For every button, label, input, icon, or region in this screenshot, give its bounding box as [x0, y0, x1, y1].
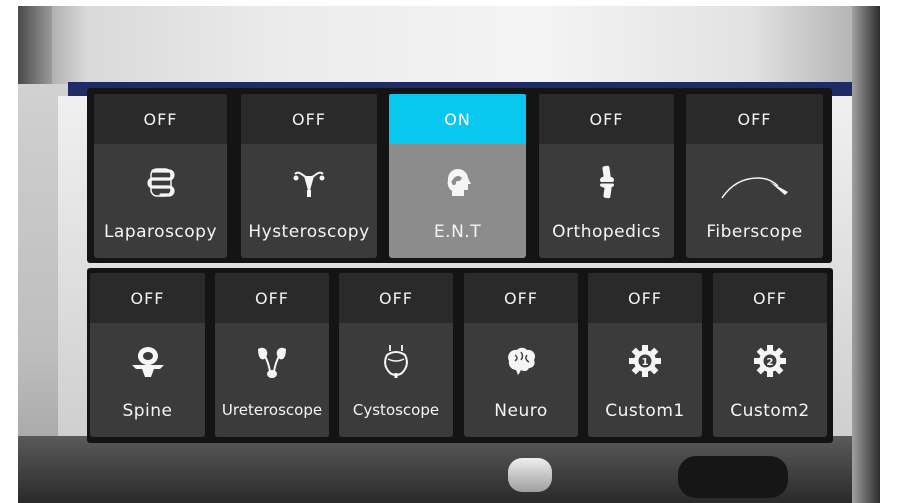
gear-number: 2 [767, 357, 774, 368]
mode-body: 2 Custom2 [713, 323, 827, 437]
mode-tile-custom2[interactable]: OFF 2 Custom2 [713, 273, 827, 437]
mode-label: Spine [122, 401, 173, 421]
mode-status: OFF [94, 94, 227, 146]
vertebra-icon [130, 343, 166, 379]
mode-body: Orthopedics [539, 144, 674, 258]
mode-label: Custom2 [730, 401, 810, 421]
mode-body: Spine [90, 323, 205, 437]
mode-panel-row-2: OFF Spine OFF Ureteroscope OFF Cystoscop… [87, 268, 833, 443]
mode-label: Orthopedics [552, 222, 661, 242]
background-top [18, 6, 880, 84]
mode-label: Ureteroscope [221, 401, 323, 419]
mode-panel-row-1: OFF Laparoscopy OFF Hysteroscopy ON E.N.… [87, 88, 832, 263]
mode-body: Fiberscope [686, 144, 823, 258]
mode-tile-hysteroscopy[interactable]: OFF Hysteroscopy [241, 94, 377, 258]
gear-2-icon: 2 [752, 343, 788, 379]
mode-label: Hysteroscopy [248, 222, 370, 242]
background-knob [508, 458, 552, 492]
background-edge [18, 6, 52, 84]
uterus-icon [291, 164, 327, 200]
mode-status: OFF [90, 273, 205, 325]
kidneys-icon [254, 343, 290, 379]
mode-label: E.N.T [433, 222, 482, 242]
mode-tile-ureteroscope[interactable]: OFF Ureteroscope [215, 273, 329, 437]
mode-tile-orthopedics[interactable]: OFF Orthopedics [539, 94, 674, 258]
mode-body: Hysteroscopy [241, 144, 377, 258]
mode-body: E.N.T [389, 144, 526, 258]
mode-tile-ent[interactable]: ON E.N.T [389, 94, 526, 258]
mode-label: Neuro [494, 401, 548, 421]
mode-label: Laparoscopy [103, 222, 218, 242]
brain-icon [503, 343, 539, 379]
intestine-icon [143, 164, 179, 200]
mode-status: OFF [339, 273, 453, 325]
background-slot [678, 456, 788, 498]
gear-1-icon: 1 [627, 343, 663, 379]
mode-label: Fiberscope [706, 222, 803, 242]
gear-number: 1 [642, 357, 649, 368]
bladder-icon [378, 343, 414, 379]
mode-tile-cystoscope[interactable]: OFF Cystoscope [339, 273, 453, 437]
mode-status: OFF [241, 94, 377, 146]
mode-tile-fiberscope[interactable]: OFF Fiberscope [686, 94, 823, 258]
background-right-edge [852, 6, 880, 503]
mode-body: Laparoscopy [94, 144, 227, 258]
mode-status: OFF [464, 273, 578, 325]
mode-body: Neuro [464, 323, 578, 437]
mode-status: OFF [215, 273, 329, 325]
mode-status: OFF [588, 273, 702, 325]
head-profile-icon [440, 164, 476, 200]
mode-label: Custom1 [605, 401, 685, 421]
mode-label: Cystoscope [352, 401, 440, 419]
fiberscope-icon [720, 164, 790, 200]
mode-tile-custom1[interactable]: OFF 1 Custom1 [588, 273, 702, 437]
mode-body: Ureteroscope [215, 323, 329, 437]
knee-joint-icon [589, 164, 625, 200]
mode-tile-neuro[interactable]: OFF Neuro [464, 273, 578, 437]
mode-body: 1 Custom1 [588, 323, 702, 437]
mode-status: ON [389, 94, 526, 146]
mode-status: OFF [686, 94, 823, 146]
mode-tile-spine[interactable]: OFF Spine [90, 273, 205, 437]
mode-body: Cystoscope [339, 323, 453, 437]
mode-status: OFF [539, 94, 674, 146]
mode-tile-laparoscopy[interactable]: OFF Laparoscopy [94, 94, 227, 258]
mode-status: OFF [713, 273, 827, 325]
